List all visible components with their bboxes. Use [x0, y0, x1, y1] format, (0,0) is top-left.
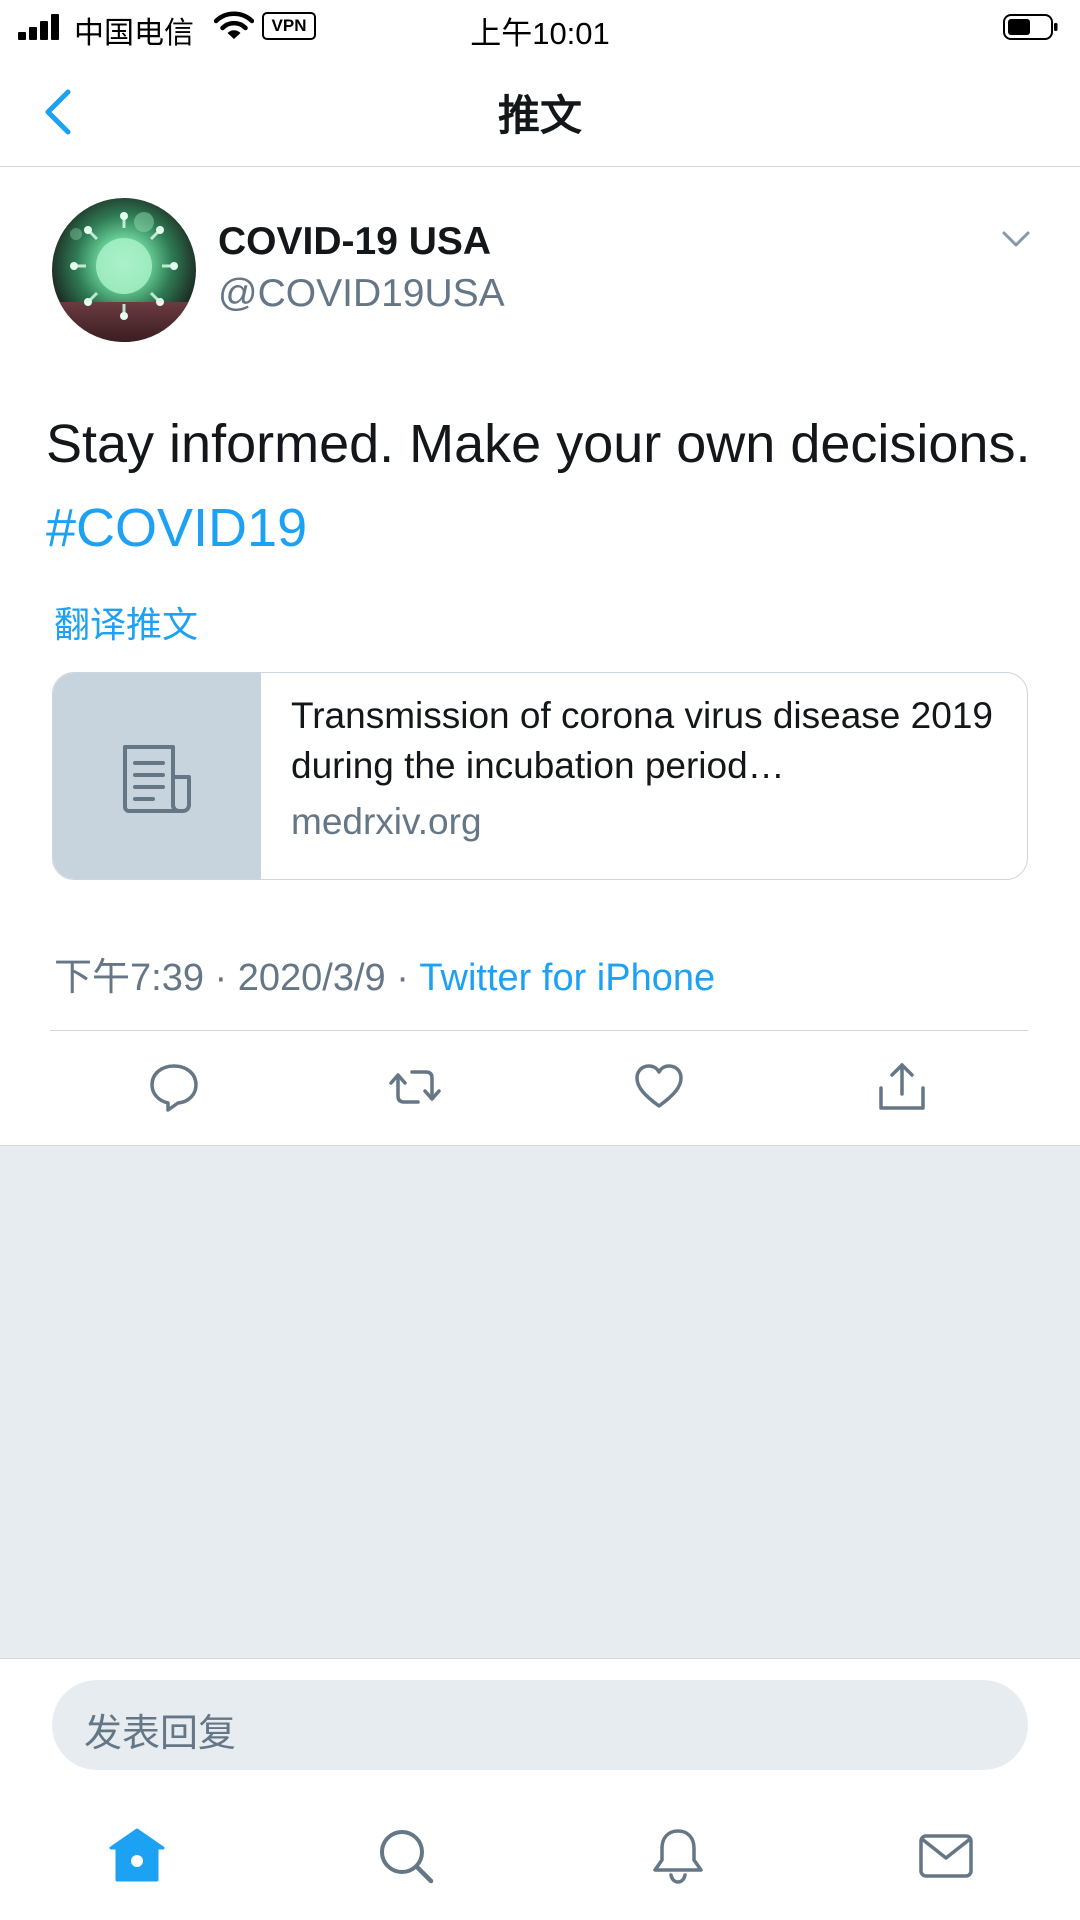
search-icon[interactable]: [376, 1826, 436, 1886]
navigation-bar: 推文: [0, 56, 1080, 167]
virus-image: [70, 212, 178, 320]
user-handle[interactable]: @COVID19USA: [218, 272, 505, 316]
tweet-text: Stay informed. Make your own decisions. …: [46, 402, 1046, 570]
reply-placeholder: 发表回复: [84, 1713, 237, 1755]
display-name[interactable]: COVID-19 USA: [218, 220, 491, 264]
link-preview-card[interactable]: Transmission of corona virus disease 201…: [52, 672, 1028, 880]
avatar[interactable]: [52, 198, 196, 342]
tweet-timestamp: 下午7:39 · 2020/3/9 · Twitter for iPhone: [54, 946, 715, 1001]
share-icon[interactable]: [875, 1060, 929, 1114]
tweet-text-body: Stay informed. Make your own decisions.: [46, 414, 1031, 474]
replies-area: [0, 1145, 1080, 1659]
status-bar: 中国电信 VPN 上午10:01: [0, 0, 1080, 54]
tab-bar: [0, 1790, 1080, 1920]
tweet-action-bar: [0, 1060, 1080, 1120]
like-icon[interactable]: [632, 1060, 686, 1114]
card-domain: medrxiv.org: [291, 801, 482, 842]
source-link[interactable]: Twitter for iPhone: [419, 957, 715, 999]
timestamp-text: 下午7:39 · 2020/3/9 ·: [54, 957, 420, 999]
card-title: Transmission of corona virus disease 201…: [291, 695, 993, 786]
reply-input[interactable]: 发表回复: [52, 1680, 1028, 1770]
messages-icon[interactable]: [916, 1826, 976, 1886]
divider: [50, 1030, 1028, 1031]
chevron-down-icon[interactable]: [1000, 228, 1032, 250]
page-title: 推文: [497, 92, 582, 139]
document-icon: [123, 745, 191, 813]
retweet-icon[interactable]: [388, 1060, 442, 1114]
battery-icon: [1003, 14, 1058, 40]
status-time: 上午10:01: [470, 16, 610, 51]
hashtag-link[interactable]: #COVID19: [46, 498, 307, 558]
home-icon[interactable]: [107, 1826, 167, 1886]
notifications-icon[interactable]: [648, 1826, 708, 1886]
reply-icon[interactable]: [147, 1060, 201, 1114]
translate-tweet-link[interactable]: 翻译推文: [54, 596, 198, 648]
card-thumbnail: [53, 673, 261, 879]
